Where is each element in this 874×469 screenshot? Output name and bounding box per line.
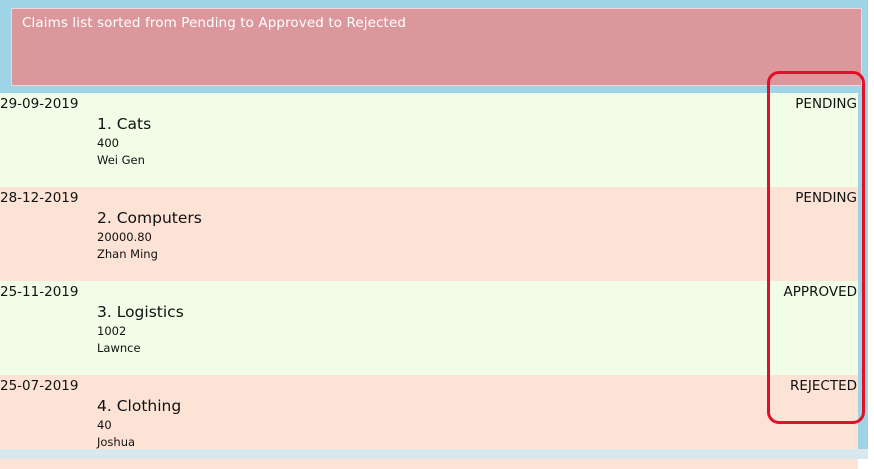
claim-status: REJECTED [789, 378, 857, 394]
claim-row[interactable]: 28-12-2019 2. Computers 20000.80 Zhan Mi… [0, 187, 858, 281]
claim-person: Joshua [97, 435, 136, 449]
claim-person: Wei Gen [97, 153, 145, 167]
claim-date: 28-12-2019 [0, 190, 79, 206]
claim-amount: 400 [97, 136, 119, 150]
claim-date: 25-07-2019 [0, 378, 79, 394]
claim-date: 29-09-2019 [0, 96, 79, 112]
claim-status: PENDING [795, 190, 857, 206]
header-banner: Claims list sorted from Pending to Appro… [11, 8, 862, 86]
claim-amount: 1002 [97, 324, 127, 338]
header-title: Claims list sorted from Pending to Appro… [22, 15, 407, 31]
claim-title: 4. Clothing [97, 397, 182, 415]
claim-amount: 20000.80 [97, 230, 152, 244]
bottom-strip [0, 449, 868, 459]
claim-status: PENDING [795, 96, 857, 112]
claim-title: 2. Computers [97, 209, 202, 227]
claim-person: Lawnce [97, 341, 141, 355]
claim-row[interactable]: 29-09-2019 1. Cats 400 Wei Gen PENDING [0, 93, 858, 187]
claims-list: 29-09-2019 1. Cats 400 Wei Gen PENDING 2… [0, 93, 858, 469]
claim-title: 3. Logistics [97, 303, 184, 321]
claim-amount: 40 [97, 418, 112, 432]
claim-row[interactable]: 25-11-2019 3. Logistics 1002 Lawnce APPR… [0, 281, 858, 375]
claim-date: 25-11-2019 [0, 284, 79, 300]
claim-status: APPROVED [783, 284, 857, 300]
claim-person: Zhan Ming [97, 247, 158, 261]
claim-title: 1. Cats [97, 115, 152, 133]
